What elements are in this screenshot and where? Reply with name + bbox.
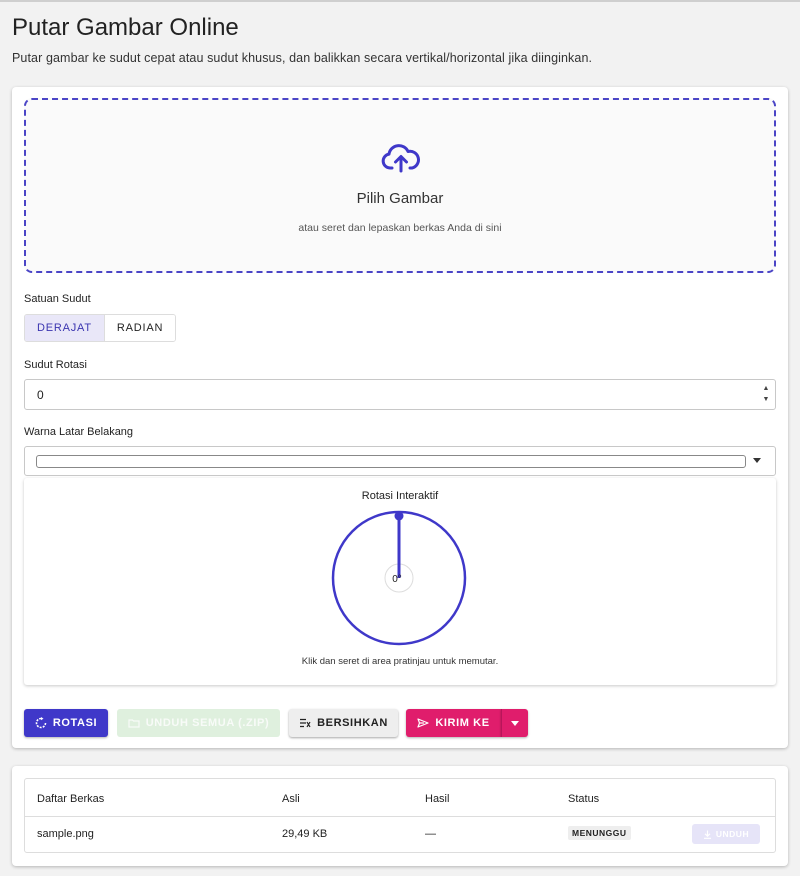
download-zip-button[interactable]: UNDUH SEMUA (.ZIP) (117, 709, 280, 737)
file-dropzone[interactable]: Pilih Gambar atau seret dan lepaskan ber… (24, 98, 776, 273)
interactive-rotation-panel[interactable]: Rotasi Interaktif 0° Klik dan seret di a… (24, 478, 776, 685)
original-size-cell: 29,49 KB (282, 828, 328, 840)
dropzone-hint: atau seret dan lepaskan berkas Anda di s… (298, 222, 502, 234)
download-file-label: UNDUH (715, 829, 750, 839)
interactive-rotation-title: Rotasi Interaktif (361, 490, 439, 502)
send-to-label: KIRIM KE (435, 717, 490, 729)
interactive-rotation-hint: Klik dan seret di area pratinjau untuk m… (301, 656, 499, 667)
rotate-button-label: ROTASI (52, 717, 98, 729)
background-color-select[interactable] (24, 446, 776, 476)
send-to-menu-button[interactable] (501, 709, 528, 737)
column-header-result: Hasil (425, 793, 450, 805)
spinner-down-icon[interactable]: ▼ (761, 394, 771, 405)
angle-unit-label: Satuan Sudut (24, 293, 91, 305)
dropzone-title: Pilih Gambar (356, 190, 444, 207)
column-header-status: Status (568, 793, 600, 805)
cloud-upload-icon (381, 144, 420, 173)
angle-unit-toggle: DERAJAT RADIAN (24, 314, 177, 342)
clear-list-icon (299, 718, 311, 728)
spinner-up-icon[interactable]: ▲ (761, 383, 771, 394)
download-zip-label: UNDUH SEMUA (.ZIP) (145, 717, 270, 729)
background-color-label: Warna Latar Belakang (24, 426, 134, 438)
file-name-cell: sample.png (37, 828, 94, 840)
clear-button[interactable]: BERSIHKAN (289, 709, 398, 737)
column-header-original: Asli (282, 793, 300, 805)
file-list-card: Daftar Berkas Asli Hasil Status sample.p… (12, 766, 788, 866)
rotate-button[interactable]: ROTASI (24, 709, 108, 737)
rotate-tool-card: Pilih Gambar atau seret dan lepaskan ber… (12, 87, 788, 748)
table-divider (25, 816, 775, 817)
result-size-cell: — (425, 828, 436, 840)
rotation-angle-value: 0 (37, 387, 44, 402)
download-icon (703, 830, 712, 839)
color-swatch (36, 455, 746, 468)
page-title: Putar Gambar Online (12, 14, 239, 41)
send-to-button[interactable]: KIRIM KE (406, 709, 501, 737)
unit-radians-button[interactable]: RADIAN (104, 315, 176, 341)
dial-angle-readout: 0° (392, 574, 402, 585)
caret-down-icon (753, 458, 761, 463)
unit-degrees-button[interactable]: DERAJAT (25, 315, 105, 341)
number-spinner[interactable]: ▲ ▼ (761, 383, 771, 406)
dial-handle-knob (394, 511, 404, 521)
rotation-angle-label: Sudut Rotasi (24, 359, 87, 371)
file-table: Daftar Berkas Asli Hasil Status sample.p… (24, 778, 776, 853)
caret-down-icon (511, 720, 519, 726)
page-subtitle: Putar gambar ke sudut cepat atau sudut k… (12, 51, 593, 65)
status-badge: MENUNGGU (568, 826, 631, 840)
column-header-file-list: Daftar Berkas (37, 793, 105, 805)
folder-icon (128, 718, 140, 728)
download-file-button[interactable]: UNDUH (692, 824, 760, 844)
send-icon (417, 718, 429, 728)
rotate-icon (35, 717, 47, 729)
rotation-angle-input[interactable]: 0 ▲ ▼ (24, 379, 776, 410)
clear-button-label: BERSIHKAN (317, 717, 388, 729)
rotation-dial[interactable]: 0° (329, 508, 469, 648)
